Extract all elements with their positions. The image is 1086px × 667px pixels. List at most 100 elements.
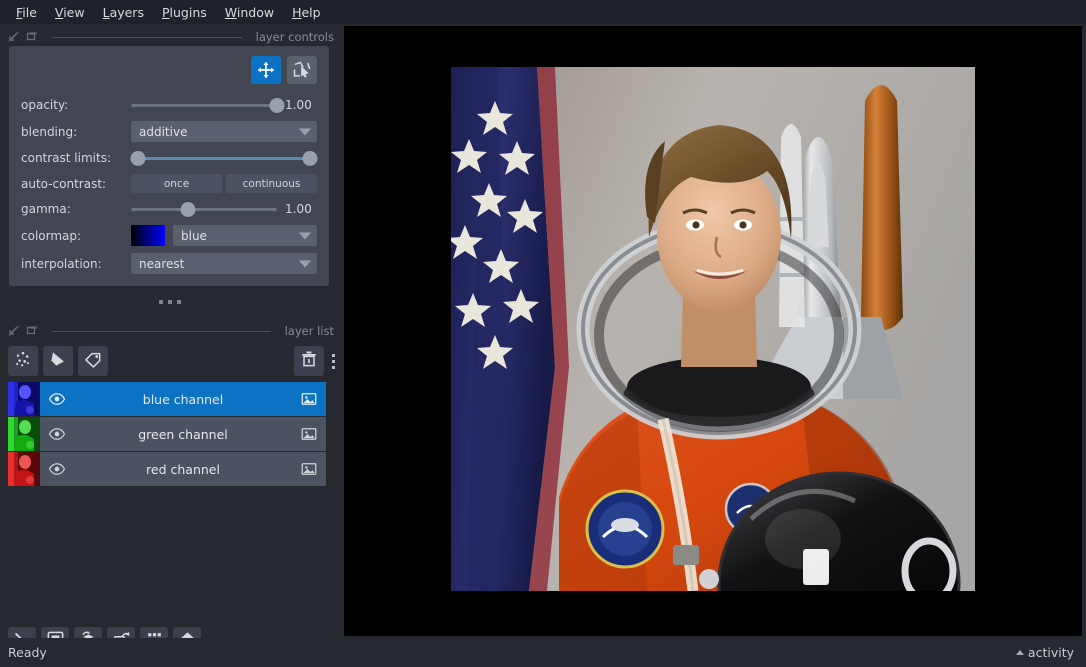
- layer-name: red channel: [72, 462, 294, 477]
- splitter-dot: [177, 300, 181, 304]
- layer-list-menu-button[interactable]: [326, 346, 340, 376]
- menu-view[interactable]: View: [47, 2, 93, 23]
- menu-layers-label: ayers: [110, 5, 144, 20]
- close-dock-icon[interactable]: [26, 31, 38, 43]
- auto-contrast-once-button[interactable]: once: [131, 174, 222, 193]
- caret-up-icon: [1016, 650, 1024, 655]
- layer-list-toolbar: [8, 344, 340, 378]
- opacity-field: 1.00: [131, 96, 317, 114]
- menu-bar: File View Layers Plugins Window Help: [0, 0, 1086, 24]
- kebab-menu-icon: [332, 360, 335, 363]
- blending-field: additive: [131, 121, 317, 142]
- layer-row-blue-channel[interactable]: blue channel: [8, 382, 326, 416]
- image-layer-icon: [300, 425, 318, 443]
- layer-thumbnail: [8, 452, 40, 486]
- layer-controls-label: layer controls: [256, 30, 334, 44]
- kebab-menu-icon: [332, 354, 335, 357]
- interpolation-select[interactable]: nearest: [131, 253, 317, 274]
- transform-mode-button[interactable]: [287, 56, 317, 84]
- viewer-canvas[interactable]: [344, 26, 1082, 636]
- gamma-value: 1.00: [285, 202, 317, 216]
- opacity-handle[interactable]: [270, 98, 285, 113]
- auto-contrast-continuous-button[interactable]: continuous: [226, 174, 317, 193]
- blending-value: additive: [139, 125, 187, 139]
- shapes-icon: [48, 349, 68, 373]
- colormap-select[interactable]: blue: [173, 225, 317, 246]
- new-shapes-layer-button[interactable]: [43, 346, 73, 376]
- layer-list-label: layer list: [285, 324, 334, 338]
- activity-button[interactable]: activity: [1016, 645, 1074, 660]
- visibility-toggle-icon[interactable]: [48, 460, 66, 478]
- visibility-toggle-icon[interactable]: [48, 390, 66, 408]
- layer-name: blue channel: [72, 392, 294, 407]
- chevron-down-icon: [299, 232, 311, 239]
- auto-contrast-label: auto-contrast:: [21, 177, 125, 191]
- menu-view-label: iew: [63, 5, 84, 20]
- layer-controls-panel: opacity: 1.00 blending: additive contras…: [9, 46, 329, 286]
- menu-help-label: elp: [301, 5, 320, 20]
- close-dock-icon[interactable]: [26, 325, 38, 337]
- status-message: Ready: [8, 645, 47, 660]
- opacity-value: 1.00: [285, 98, 317, 112]
- delete-layer-button[interactable]: [294, 346, 324, 376]
- image-layer-icon: [300, 390, 318, 408]
- kebab-menu-icon: [332, 366, 335, 369]
- layer-list-dock-title: layer list: [0, 322, 340, 340]
- layer-body[interactable]: red channel: [40, 452, 326, 486]
- pan-zoom-icon: [256, 60, 276, 80]
- contrast-low-handle[interactable]: [131, 151, 146, 166]
- new-labels-layer-button[interactable]: [78, 346, 108, 376]
- gamma-slider[interactable]: [131, 200, 277, 218]
- layer-thumbnail: [8, 382, 40, 416]
- blending-label: blending:: [21, 125, 125, 139]
- interpolation-field: nearest: [131, 253, 317, 274]
- gamma-groove: [131, 208, 277, 211]
- menu-plugins-label: lugins: [170, 5, 207, 20]
- gamma-field: 1.00: [131, 200, 317, 218]
- left-dock: layer controls: [0, 24, 340, 638]
- layer-body[interactable]: blue channel: [40, 382, 326, 416]
- contrast-high-handle[interactable]: [303, 151, 318, 166]
- layer-body[interactable]: green channel: [40, 417, 326, 451]
- image-layer-icon: [300, 460, 318, 478]
- menu-layers[interactable]: Layers: [95, 2, 152, 23]
- layer-list: blue channel: [8, 382, 326, 487]
- contrast-limits-field: [131, 149, 317, 167]
- contrast-limits-label: contrast limits:: [21, 151, 125, 165]
- new-points-layer-button[interactable]: [8, 346, 38, 376]
- menu-help[interactable]: Help: [284, 2, 329, 23]
- colormap-swatch: [131, 225, 165, 246]
- chevron-down-icon: [299, 128, 311, 135]
- visibility-toggle-icon[interactable]: [48, 425, 66, 443]
- interpolation-label: interpolation:: [21, 257, 125, 271]
- opacity-slider[interactable]: [131, 96, 277, 114]
- contrast-span: [131, 157, 317, 160]
- dock-splitter-handle[interactable]: [0, 292, 340, 312]
- astronaut-image: [451, 67, 975, 591]
- menu-plugins[interactable]: Plugins: [154, 2, 215, 23]
- opacity-groove: [131, 104, 277, 107]
- layer-controls-dock-title: layer controls: [0, 28, 340, 46]
- layer-row-red-channel[interactable]: red channel: [8, 452, 326, 486]
- layer-row-green-channel[interactable]: green channel: [8, 417, 326, 451]
- status-bar: Ready activity: [0, 638, 1086, 667]
- opacity-label: opacity:: [21, 98, 125, 112]
- float-dock-icon[interactable]: [8, 31, 20, 43]
- colormap-label: colormap:: [21, 229, 125, 243]
- transform-icon: [292, 60, 312, 80]
- contrast-limits-slider[interactable]: [131, 149, 317, 167]
- canvas-image-astronaut: [451, 67, 975, 591]
- auto-contrast-field: once continuous: [131, 174, 317, 193]
- layer-name: green channel: [72, 427, 294, 442]
- menu-file[interactable]: File: [8, 2, 45, 23]
- napari-main-window: File View Layers Plugins Window Help lay…: [0, 0, 1086, 667]
- layer-thumbnail: [8, 417, 40, 451]
- blending-select[interactable]: additive: [131, 121, 317, 142]
- pan-zoom-mode-button[interactable]: [251, 56, 281, 84]
- float-dock-icon[interactable]: [8, 325, 20, 337]
- activity-label: activity: [1028, 645, 1074, 660]
- gamma-handle[interactable]: [180, 202, 195, 217]
- chevron-down-icon: [299, 260, 311, 267]
- trash-icon: [299, 349, 319, 373]
- menu-window[interactable]: Window: [217, 2, 282, 23]
